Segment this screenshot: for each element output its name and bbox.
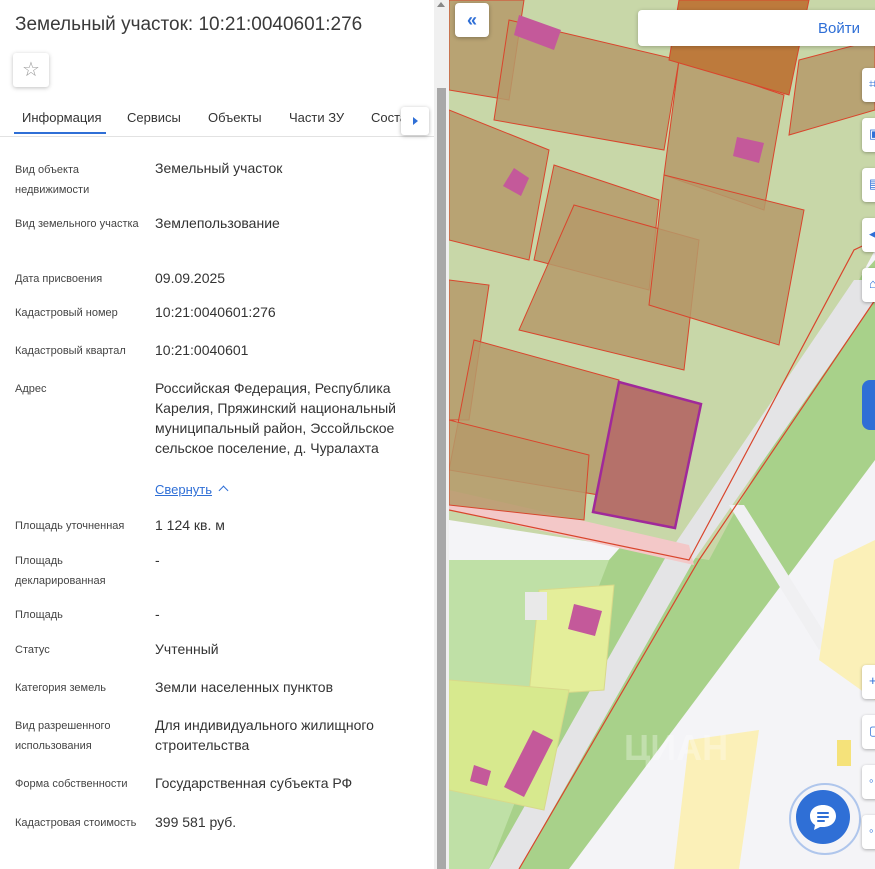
building <box>525 592 547 620</box>
active-tab-indicator <box>14 132 106 134</box>
field-label-area-declared: Площадь декларированная <box>15 555 106 587</box>
tab-bar: Информация Сервисы Объекты Части ЗУ Сост… <box>0 98 434 137</box>
tool-icon: ▢ <box>869 724 875 737</box>
chat-button[interactable] <box>796 790 850 844</box>
field-value-assign-date: 09.09.2025 <box>155 270 226 286</box>
scroll-up-arrow-icon[interactable] <box>437 2 445 7</box>
tab-objects[interactable]: Объекты <box>208 110 262 125</box>
map-canvas[interactable]: ЦИАН <box>449 0 875 869</box>
field-label-cadastral-quarter: Кадастровый квартал <box>15 345 126 357</box>
field-value-area: - <box>155 606 160 622</box>
map-tool-button[interactable]: ◦ <box>862 765 875 799</box>
tool-icon: ◦ <box>869 823 874 838</box>
field-value-address: Российская Федерация, Республика Карелия… <box>155 380 396 456</box>
field-value-land-type: Землепользование <box>155 215 280 231</box>
field-value-area-declared: - <box>155 552 160 568</box>
field-label-assign-date: Дата присвоения <box>15 273 103 285</box>
info-panel: Земельный участок: 10:21:0040601:276 ☆ И… <box>0 0 434 869</box>
map-tool-button[interactable]: ◂ <box>862 218 875 252</box>
map-tool-button[interactable]: + <box>862 665 875 699</box>
field-value-status: Учтенный <box>155 641 219 657</box>
cadastral-map[interactable]: ЦИАН <box>449 0 875 869</box>
tool-icon: ⌂ <box>869 276 875 291</box>
login-button[interactable]: Войти <box>638 10 875 46</box>
field-label-land-type: Вид земельного участка <box>15 218 139 230</box>
field-value-cadastral-number: 10:21:0040601:276 <box>155 304 276 320</box>
collapse-panel-button[interactable]: « <box>455 3 489 37</box>
map-tool-button[interactable]: ⌗ <box>862 68 875 102</box>
page-title: Земельный участок: 10:21:0040601:276 <box>15 14 363 35</box>
map-tool-button[interactable]: ▣ <box>862 118 875 152</box>
tool-icon: ◦ <box>869 773 874 788</box>
star-icon: ☆ <box>22 59 40 81</box>
scrollbar-thumb[interactable] <box>437 88 446 869</box>
field-value-permitted-use: Для индивидуального жилищного строительс… <box>155 717 374 753</box>
panel-scrollbar[interactable] <box>434 0 449 869</box>
field-label-land-category: Категория земель <box>15 682 106 694</box>
tool-icon: ◂ <box>869 226 875 241</box>
field-label-area-specified: Площадь уточненная <box>15 520 125 532</box>
tab-parts[interactable]: Части ЗУ <box>289 110 344 125</box>
field-label-cadastral-value: Кадастровая стоимость <box>15 817 137 829</box>
map-tool-button[interactable]: ▢ <box>862 715 875 749</box>
field-value-land-category: Земли населенных пунктов <box>155 679 334 695</box>
field-value-area-specified: 1 124 кв. м <box>155 517 225 533</box>
tabs-scroll-right-button[interactable] <box>401 107 429 135</box>
chevron-up-icon <box>218 485 229 496</box>
tool-icon: ▣ <box>869 127 875 140</box>
map-watermark: ЦИАН <box>624 727 728 768</box>
field-label-cadastral-number: Кадастровый номер <box>15 307 118 319</box>
field-label-ownership: Форма собственности <box>15 778 128 790</box>
field-value-cadastral-quarter: 10:21:0040601 <box>155 342 249 358</box>
field-label-address: Адрес <box>15 383 47 395</box>
tool-icon: ⌗ <box>869 76 875 91</box>
field-value-cadastral-value: 399 581 руб. <box>155 814 237 830</box>
field-label-status: Статус <box>15 644 50 656</box>
favorite-button[interactable]: ☆ <box>13 53 49 87</box>
tool-icon: + <box>869 673 875 688</box>
field-label-area: Площадь <box>15 609 63 621</box>
tool-icon: ▤ <box>869 177 875 190</box>
login-label: Войти <box>818 20 860 37</box>
field-value-ownership: Государственная субъекта РФ <box>155 775 353 791</box>
tab-info[interactable]: Информация <box>22 110 102 125</box>
field-label-permitted-use: Вид разрешенного использования <box>15 720 111 752</box>
map-tool-button[interactable]: ◦ <box>862 815 875 849</box>
map-tool-button[interactable]: ⌂ <box>862 268 875 302</box>
field-label-object-type: Вид объекта недвижимости <box>15 164 90 196</box>
chevron-right-icon <box>412 117 418 125</box>
field-value-object-type: Земельный участок <box>155 160 283 176</box>
double-chevron-left-icon: « <box>466 10 477 30</box>
collapse-address-link[interactable]: Свернуть <box>155 482 212 497</box>
chat-bubble-icon <box>810 805 836 830</box>
tab-services[interactable]: Сервисы <box>127 110 181 125</box>
map-tool-button[interactable]: ▤ <box>862 168 875 202</box>
building <box>837 740 851 766</box>
side-panel-toggle[interactable] <box>862 380 875 430</box>
